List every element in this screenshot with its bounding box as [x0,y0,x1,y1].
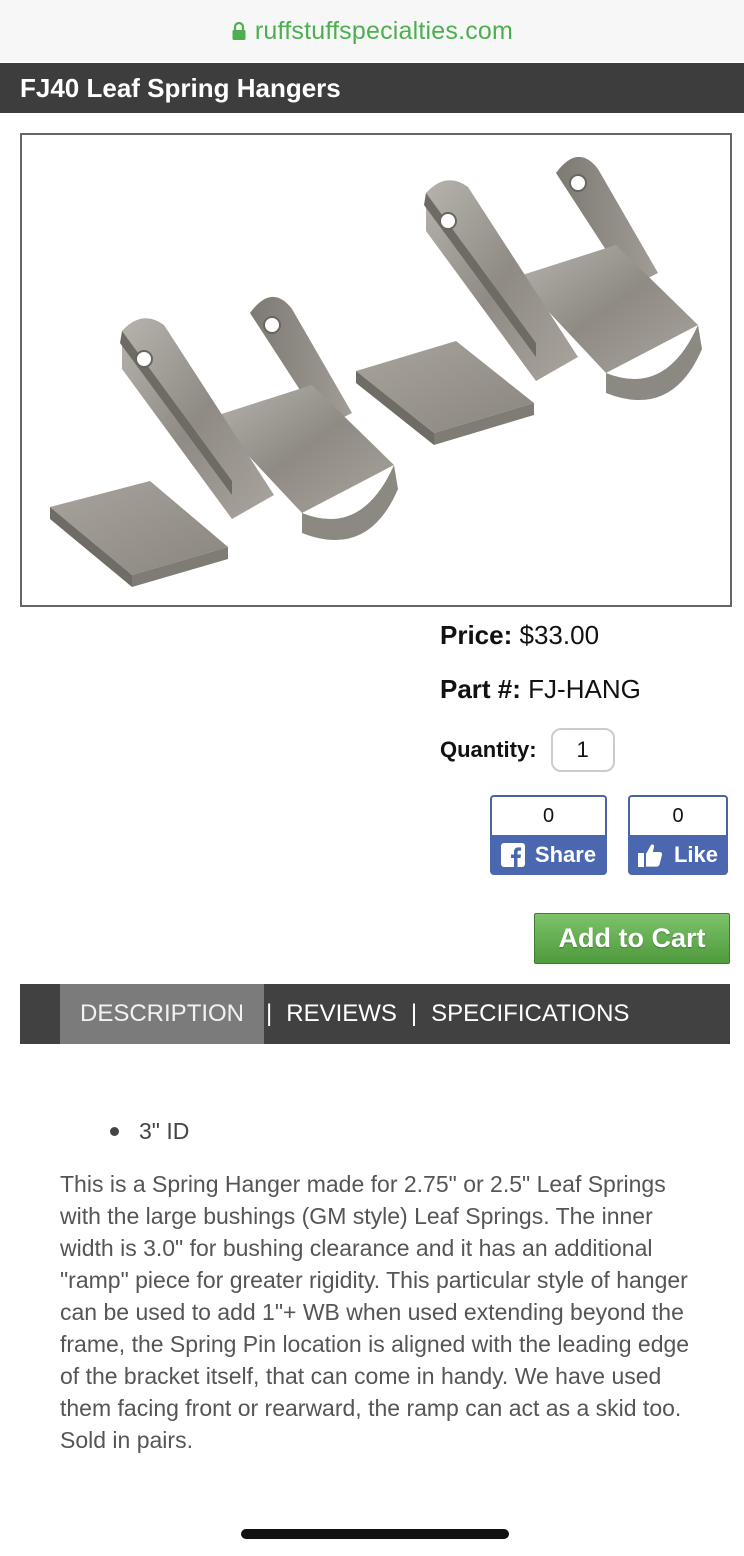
like-button[interactable]: Like [628,835,728,875]
bullet-dot [110,1127,119,1136]
bullet-text: 3" ID [139,1118,190,1144]
quantity-label: Quantity: [440,737,537,762]
add-to-cart-button[interactable]: Add to Cart [534,913,730,964]
url-text: ruffstuffspecialties.com [254,16,514,45]
share-button[interactable]: Share [490,835,607,875]
browser-url-bar[interactable]: ruffstuffspecialties.com [0,0,744,62]
url-display[interactable]: ruffstuffspecialties.com [231,17,513,46]
quantity-input[interactable] [550,728,615,772]
tab-specifications[interactable]: SPECIFICATIONS [431,1000,629,1028]
list-item: 3" ID [110,1118,189,1145]
facebook-share-widget[interactable]: 0 Share [490,795,607,875]
price-value: $33.00 [519,620,600,650]
price-label: Price: [440,620,513,650]
share-label: Share [534,842,597,867]
page-title-bar: FJ40 Leaf Spring Hangers [0,63,744,113]
part-label: Part #: [440,674,521,704]
part-value: FJ-HANG [528,674,641,704]
share-count: 0 [490,795,607,835]
home-indicator[interactable] [241,1529,509,1539]
product-image[interactable] [20,133,732,607]
like-label: Like [673,842,719,867]
tab-description[interactable]: DESCRIPTION [60,984,264,1044]
tab-separator: | [410,1000,418,1027]
lock-icon [232,21,246,40]
thumbs-up-icon [637,844,663,867]
description-body: This is a Spring Hanger made for 2.75" o… [60,1171,690,1453]
page-title: FJ40 Leaf Spring Hangers [20,72,341,103]
like-count: 0 [628,795,728,835]
tab-reviews[interactable]: REVIEWS [286,1000,397,1028]
facebook-icon [500,843,525,867]
product-tabs: DESCRIPTION | REVIEWS | SPECIFICATIONS [20,984,730,1044]
tab-separator: | [266,1000,273,1027]
part-number-line: Part #: FJ-HANG [440,674,641,705]
spring-hangers-illustration [22,135,730,605]
price-line: Price: $33.00 [440,620,599,651]
facebook-like-widget[interactable]: 0 Like [628,795,728,875]
quantity-row: Quantity: [440,728,615,772]
